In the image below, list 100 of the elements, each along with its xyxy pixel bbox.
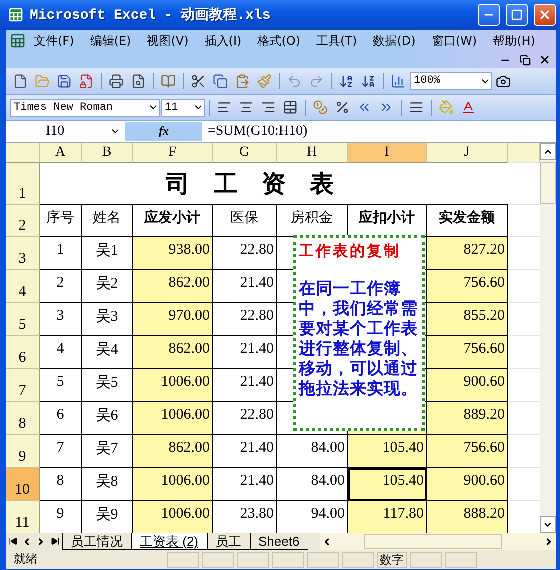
row-header[interactable]: 9 bbox=[6, 435, 40, 468]
table-cell: 84.00 bbox=[277, 435, 348, 468]
vertical-scrollbar[interactable] bbox=[540, 143, 556, 533]
currency-icon bbox=[313, 100, 328, 115]
row-header[interactable]: 3 bbox=[6, 237, 40, 270]
table-cell: 105.40 bbox=[348, 468, 427, 501]
column-header[interactable]: G bbox=[213, 143, 277, 163]
row-header[interactable]: 4 bbox=[6, 270, 40, 303]
minimize-button[interactable] bbox=[478, 4, 500, 26]
table-cell: 吴2 bbox=[82, 270, 133, 303]
column-header[interactable]: J bbox=[427, 143, 508, 163]
table-cell: 吴4 bbox=[82, 336, 133, 369]
column-heading-cell: 序号 bbox=[40, 205, 82, 237]
restore-icon bbox=[520, 54, 530, 66]
format-painter-icon bbox=[257, 74, 272, 88]
menu-item[interactable]: 格式(O) bbox=[250, 30, 309, 52]
cut-icon bbox=[191, 74, 206, 88]
table-cell: 827.20 bbox=[427, 237, 508, 270]
menu-item[interactable]: 窗口(W) bbox=[424, 30, 486, 52]
row-header[interactable]: 10 bbox=[6, 468, 40, 501]
column-header[interactable]: I bbox=[348, 143, 427, 163]
sheet-tab[interactable]: 员工情况 bbox=[62, 533, 131, 550]
maximize-button[interactable] bbox=[506, 4, 528, 26]
table-cell: 889.20 bbox=[427, 402, 508, 435]
table-cell: 8 bbox=[40, 468, 82, 501]
row-header[interactable]: 2 bbox=[6, 205, 40, 237]
camera-icon bbox=[496, 74, 511, 88]
table-cell: 5 bbox=[40, 369, 82, 402]
scroll-thumb[interactable] bbox=[540, 162, 556, 204]
table-cell: 756.60 bbox=[427, 336, 508, 369]
sheet-tab[interactable]: 员工 bbox=[206, 533, 250, 550]
status-panel bbox=[202, 552, 234, 568]
function-label[interactable]: fx bbox=[126, 122, 202, 141]
window-title: Microsoft Excel - 动画教程.xls bbox=[30, 6, 272, 24]
table-cell: 84.00 bbox=[277, 468, 348, 501]
last-icon bbox=[50, 537, 60, 546]
status-panel bbox=[167, 552, 199, 568]
scroll-down-button[interactable] bbox=[540, 516, 556, 533]
row-header[interactable]: 7 bbox=[6, 369, 40, 402]
merge-cells-icon bbox=[283, 100, 298, 115]
font-size-field[interactable]: 11 bbox=[161, 98, 205, 116]
table-cell: 吴6 bbox=[82, 402, 133, 435]
table-cell: 900.60 bbox=[427, 468, 508, 501]
percent-icon bbox=[335, 100, 350, 115]
menu-item[interactable]: 插入(I) bbox=[196, 30, 250, 52]
menu-item[interactable]: 视图(V) bbox=[139, 30, 197, 52]
table-cell: 21.40 bbox=[213, 336, 277, 369]
table-cell: 970.00 bbox=[133, 303, 213, 336]
status-panel bbox=[307, 552, 339, 568]
column-heading-cell: 实发金额 bbox=[427, 205, 508, 237]
status-panel bbox=[410, 552, 442, 568]
font-field[interactable]: Times New Roman bbox=[10, 98, 160, 116]
app-icon bbox=[8, 7, 24, 23]
table-cell: 7 bbox=[40, 435, 82, 468]
column-heading-cell: 应发小计 bbox=[133, 205, 213, 237]
horizontal-scrollbar[interactable] bbox=[320, 533, 556, 550]
table-cell: 862.00 bbox=[133, 336, 213, 369]
column-header[interactable]: B bbox=[82, 143, 133, 163]
column-header[interactable]: H bbox=[277, 143, 348, 163]
table-cell: 1006.00 bbox=[133, 402, 213, 435]
sheet-tab[interactable]: 工资表 (2) bbox=[131, 533, 206, 550]
align-right-icon bbox=[261, 100, 276, 115]
menu-item[interactable]: 数据(D) bbox=[365, 30, 424, 52]
table-cell: 吴7 bbox=[82, 435, 133, 468]
table-cell: 21.40 bbox=[213, 468, 277, 501]
row-header[interactable]: 11 bbox=[6, 501, 40, 533]
table-cell: 6 bbox=[40, 402, 82, 435]
sheet-tab[interactable]: Sheet6 bbox=[250, 533, 308, 550]
locked-file-icon bbox=[79, 74, 94, 88]
scroll-thumb[interactable] bbox=[364, 534, 502, 549]
paste-icon bbox=[235, 74, 250, 88]
maximize-icon bbox=[511, 9, 523, 21]
fill-color-icon bbox=[439, 100, 454, 115]
menu-item[interactable]: 编辑(E) bbox=[82, 30, 140, 52]
table-cell: 22.80 bbox=[213, 303, 277, 336]
menu-item[interactable]: 工具(T) bbox=[308, 30, 366, 52]
column-heading-cell: 房积金 bbox=[277, 205, 348, 237]
align-center-icon bbox=[239, 100, 254, 115]
status-panel bbox=[272, 552, 304, 568]
table-cell: 1006.00 bbox=[133, 369, 213, 402]
column-header[interactable]: A bbox=[40, 143, 82, 163]
menu-item[interactable]: 文件(F) bbox=[26, 30, 82, 52]
sort-ascending-icon bbox=[339, 74, 354, 88]
formula-field[interactable]: =SUM(G10:H10) bbox=[202, 124, 308, 140]
column-heading-cell: 医保 bbox=[213, 205, 277, 237]
close-icon bbox=[539, 54, 551, 66]
column-header[interactable]: F bbox=[133, 143, 213, 163]
scroll-up-button[interactable] bbox=[540, 143, 556, 160]
table-cell: 吴5 bbox=[82, 369, 133, 402]
row-header[interactable]: 5 bbox=[6, 303, 40, 336]
restore-button[interactable] bbox=[518, 53, 532, 67]
row-header[interactable]: 1 bbox=[6, 163, 40, 205]
book-icon bbox=[161, 74, 176, 88]
row-header[interactable]: 6 bbox=[6, 336, 40, 369]
table-cell: 862.00 bbox=[133, 435, 213, 468]
zoom-field[interactable]: 100% bbox=[410, 72, 492, 90]
menu-item[interactable]: 帮助(H) bbox=[485, 30, 544, 52]
table-cell: 1006.00 bbox=[133, 501, 213, 533]
corner-cell[interactable] bbox=[6, 143, 40, 163]
row-header[interactable]: 8 bbox=[6, 402, 40, 435]
